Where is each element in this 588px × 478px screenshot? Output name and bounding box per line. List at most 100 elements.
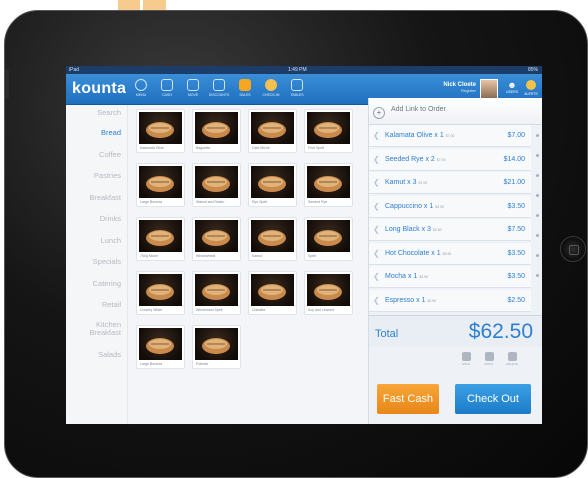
users-button[interactable]: ☻ Users <box>504 80 520 100</box>
category-drinks[interactable]: Drinks <box>100 215 121 223</box>
product-tile[interactable]: Large Boronia <box>136 163 185 207</box>
category-specials[interactable]: Specials <box>93 258 121 266</box>
toolbar-button-sales[interactable]: Sales <box>234 78 256 102</box>
toolbar-label: Discounts <box>208 93 230 97</box>
toolbar-button-discounts[interactable]: Discounts <box>208 78 230 102</box>
product-name: Kalamata Olive <box>140 146 164 150</box>
clock-icon <box>135 79 147 91</box>
category-retail[interactable]: Retail <box>102 301 121 309</box>
product-name: Baguette <box>196 146 211 150</box>
product-name: Cafe Miche <box>252 146 270 150</box>
order-line-item[interactable]: ❮ Kalamata Olive x 1 $7.00 $7.00 <box>369 125 531 147</box>
order-line-item[interactable]: ❮ Kamut x 3 $7.00 $21.00 <box>369 172 531 194</box>
order-line-item[interactable]: ❮ Mocha x 1 $3.50 $3.50 <box>369 266 531 288</box>
current-user[interactable]: Nick Cloete Register <box>443 82 476 93</box>
check-out-button[interactable]: Check Out <box>455 384 531 414</box>
category-kitchen-breakfast[interactable]: Kitchen Breakfast <box>81 321 121 337</box>
toolbar-label: Menu <box>135 93 147 97</box>
users-label: Users <box>505 90 519 94</box>
product-name: Seeded Rye <box>308 200 328 204</box>
category-lunch[interactable]: Lunch <box>101 237 121 245</box>
order-line-item[interactable]: ❮ Long Black x 3 $2.50 $7.50 <box>369 219 531 241</box>
order-item-price: $14.00 <box>503 155 525 163</box>
printer-icon <box>484 352 494 361</box>
product-tile[interactable]: Large Boronia <box>136 325 185 369</box>
toolbar-label: Cash <box>162 93 172 97</box>
product-name: 750g Miche <box>140 254 159 258</box>
product-tile[interactable]: Kalamata Olive <box>136 109 185 153</box>
hold-button[interactable]: Hold <box>459 352 473 368</box>
order-item-name: Kamut x 3 $7.00 <box>385 179 428 186</box>
product-image <box>195 220 238 252</box>
order-scroll-indicator[interactable] <box>534 134 540 314</box>
category-bread[interactable]: Bread <box>101 129 121 137</box>
category-breakfast[interactable]: Breakfast <box>89 194 121 202</box>
toolbar-button-checkin[interactable]: Check-in <box>260 78 282 102</box>
delete-button[interactable]: Delete <box>505 352 519 368</box>
chevron-left-icon: ❮ <box>373 131 380 140</box>
product-tile[interactable]: Cafe Miche <box>248 109 297 153</box>
chevron-left-icon: ❮ <box>373 295 380 305</box>
order-line-item[interactable]: ❮ Espresso x 1 $2.50 $2.50 <box>369 289 531 312</box>
product-name: Country White <box>140 308 163 312</box>
product-name: Rye Spelt <box>252 200 268 204</box>
product-tile[interactable]: Seeded Rye <box>304 163 353 207</box>
order-item-price: $3.50 <box>507 202 525 210</box>
product-tile[interactable]: Walnut and Raisin <box>192 163 241 207</box>
product-name: Large Boronia <box>140 200 162 204</box>
product-image <box>251 220 294 252</box>
order-line-item[interactable]: ❮ Cappuccino x 1 $3.50 $3.50 <box>369 195 531 218</box>
order-item-price: $2.50 <box>507 296 525 304</box>
alert-icon <box>526 80 536 90</box>
category-catering[interactable]: Catering <box>93 280 121 288</box>
product-image <box>251 166 294 198</box>
toolbar-button-cash[interactable]: Cash <box>156 78 178 102</box>
add-link-button[interactable]: + Add Link to Order <box>369 98 542 125</box>
product-tile[interactable]: Baguette <box>192 109 241 153</box>
category-pastries[interactable]: Pastries <box>94 172 121 180</box>
product-tile[interactable]: Soy and Linseed <box>304 271 353 315</box>
category-coffee[interactable]: Coffee <box>99 151 121 159</box>
chevron-left-icon: ❮ <box>373 178 380 187</box>
category-search[interactable]: Search <box>97 109 121 117</box>
toolbar-button-tables[interactable]: Tables <box>286 78 308 102</box>
product-tile[interactable]: 750g Miche <box>136 217 185 261</box>
order-item-name: Mocha x 1 $3.50 <box>385 273 429 280</box>
toolbar-button-menu[interactable]: Menu <box>130 78 152 102</box>
order-item-price: $3.50 <box>507 273 525 280</box>
fast-cash-button[interactable]: Fast Cash <box>377 384 439 414</box>
category-sidebar: Search Bread Coffee Pastries Breakfast D… <box>66 105 128 424</box>
hand-icon <box>461 352 471 361</box>
product-tile[interactable]: Polenta <box>192 325 241 369</box>
product-tile[interactable]: Ciabatta <box>248 271 297 315</box>
battery-label: 85% <box>527 67 538 73</box>
product-tile[interactable]: Wholemeal Spelt <box>192 271 241 315</box>
avatar[interactable] <box>480 79 498 99</box>
product-tile[interactable]: Kamut <box>248 217 297 261</box>
order-panel: + Add Link to Order ❮ Kalamata Olive x 1 … <box>368 98 542 424</box>
print-button[interactable]: Print <box>482 352 496 368</box>
order-line-item[interactable]: ❮ Hot Chocolate x 1 $3.50 $3.50 <box>369 242 531 265</box>
product-tile[interactable]: Wholewheat <box>192 217 241 261</box>
product-tile[interactable]: Country White <box>136 271 185 315</box>
order-item-name: Long Black x 3 $2.50 <box>385 226 442 233</box>
sales-icon <box>239 79 251 91</box>
alerts-button[interactable]: Alerts <box>523 80 539 100</box>
product-image <box>195 274 238 306</box>
toolbar-button-move[interactable]: Move <box>182 78 204 102</box>
product-image <box>307 112 350 144</box>
trash-icon <box>507 352 517 361</box>
category-salads[interactable]: Salads <box>98 351 121 359</box>
home-button[interactable] <box>560 236 586 262</box>
product-image <box>139 328 182 360</box>
order-line-item[interactable]: ❮ Seeded Rye x 2 $7.00 $14.00 <box>369 148 531 171</box>
toolbar-label: Move <box>187 93 199 97</box>
product-image <box>195 166 238 198</box>
product-tile[interactable]: Fruit Spelt <box>304 109 353 153</box>
total-value: $62.50 <box>468 320 533 343</box>
product-tile[interactable]: Spelt <box>304 217 353 261</box>
order-item-price: $3.50 <box>507 249 525 257</box>
side-button <box>5 69 9 99</box>
product-tile[interactable]: Rye Spelt <box>248 163 297 207</box>
chevron-left-icon: ❮ <box>373 154 380 164</box>
